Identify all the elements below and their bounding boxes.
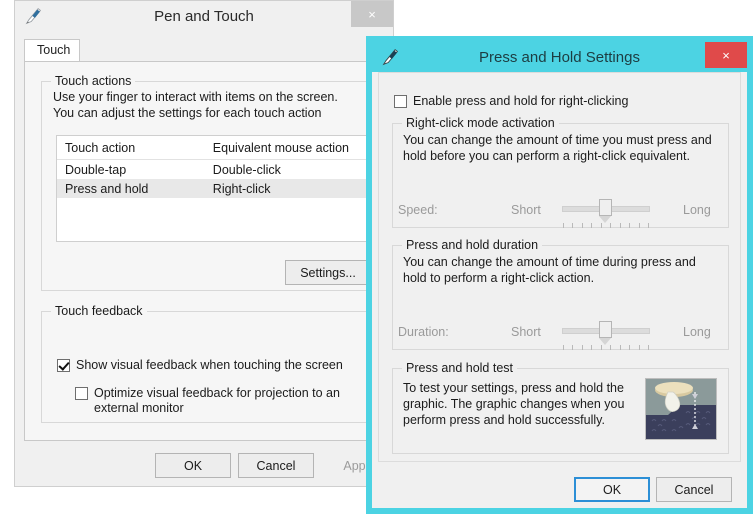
speed-slider-thumb[interactable] — [599, 199, 612, 223]
duration-slider-max-label: Long — [683, 325, 711, 339]
duration-slider-ticks — [563, 345, 649, 350]
press-and-hold-titlebar[interactable]: Press and Hold Settings × — [372, 42, 747, 72]
pen-and-touch-titlebar[interactable]: Pen and Touch × — [15, 1, 393, 31]
duration-slider-thumb[interactable] — [599, 321, 612, 345]
cancel-button[interactable]: Cancel — [656, 477, 732, 502]
speed-slider-max-label: Long — [683, 203, 711, 217]
enable-press-hold-checkbox-wrap[interactable]: Enable press and hold for right-clicking — [394, 94, 714, 109]
press-and-hold-title: Press and Hold Settings — [479, 48, 640, 66]
right-click-mode-description: You can change the amount of time you mu… — [403, 133, 712, 163]
ok-button[interactable]: OK — [155, 453, 231, 478]
optimize-projection-checkbox-wrap[interactable]: Optimize visual feedback for projection … — [75, 386, 361, 416]
ok-button[interactable]: OK — [574, 477, 650, 502]
speed-slider-min-label: Short — [511, 203, 541, 217]
group-right-click-mode-title: Right-click mode activation — [402, 116, 559, 130]
table-row[interactable]: Press and hold Right-click — [57, 179, 371, 198]
cell-touch-action: Press and hold — [65, 181, 149, 196]
cell-touch-action: Double-tap — [65, 162, 127, 177]
pen-icon — [25, 8, 42, 25]
column-header-touch-action: Touch action — [65, 140, 136, 155]
optimize-projection-checkbox[interactable] — [75, 387, 88, 400]
duration-slider-label: Duration: — [398, 325, 449, 339]
speed-slider-ticks — [563, 223, 649, 228]
show-visual-feedback-checkbox[interactable] — [57, 359, 70, 372]
pen-and-touch-title: Pen and Touch — [154, 7, 254, 25]
group-press-hold-test-title: Press and hold test — [402, 361, 518, 375]
cell-mouse-action: Double-click — [212, 162, 281, 177]
duration-description: You can change the amount of time during… — [403, 255, 696, 285]
duration-slider-row[interactable]: Duration: Short Long — [398, 316, 723, 350]
table-header-row: Touch action Equivalent mouse action — [57, 136, 371, 160]
droplet-test-graphic[interactable] — [645, 378, 717, 440]
speed-slider-row[interactable]: Speed: Short Long — [398, 194, 723, 228]
duration-slider-min-label: Short — [511, 325, 541, 339]
speed-slider-label: Speed: — [398, 203, 438, 217]
group-touch-actions-title: Touch actions — [51, 74, 136, 88]
cell-mouse-action: Right-click — [212, 181, 271, 196]
pen-icon — [382, 49, 399, 66]
table-row[interactable]: Double-tap Double-click — [57, 160, 371, 179]
column-header-mouse-action: Equivalent mouse action — [212, 140, 349, 155]
close-icon[interactable]: × — [351, 1, 393, 27]
press-and-hold-window[interactable]: Press and Hold Settings × Enable press a… — [366, 36, 753, 514]
tab-touch[interactable]: Touch — [24, 39, 80, 62]
close-icon[interactable]: × — [705, 42, 747, 68]
press-hold-test-description: To test your settings, press and hold th… — [403, 381, 625, 427]
settings-button[interactable]: Settings... — [285, 260, 371, 285]
enable-press-hold-label: Enable press and hold for right-clicking — [413, 94, 629, 108]
cancel-button[interactable]: Cancel — [238, 453, 314, 478]
group-press-hold-duration-title: Press and hold duration — [402, 238, 543, 252]
screen: Pen and Touch × Touch Touch actions Use … — [0, 0, 753, 520]
droplet-graphic-svg — [646, 379, 716, 439]
show-visual-feedback-label: Show visual feedback when touching the s… — [76, 358, 343, 372]
pen-and-touch-window[interactable]: Pen and Touch × Touch Touch actions Use … — [14, 0, 397, 487]
show-visual-feedback-checkbox-wrap[interactable]: Show visual feedback when touching the s… — [57, 358, 357, 373]
group-touch-feedback-title: Touch feedback — [51, 304, 147, 318]
enable-press-hold-checkbox[interactable] — [394, 95, 407, 108]
touch-actions-table[interactable]: Touch action Equivalent mouse action Dou… — [56, 135, 372, 242]
optimize-projection-label: Optimize visual feedback for projection … — [94, 386, 340, 415]
touch-actions-description: Use your finger to interact with items o… — [53, 90, 338, 120]
